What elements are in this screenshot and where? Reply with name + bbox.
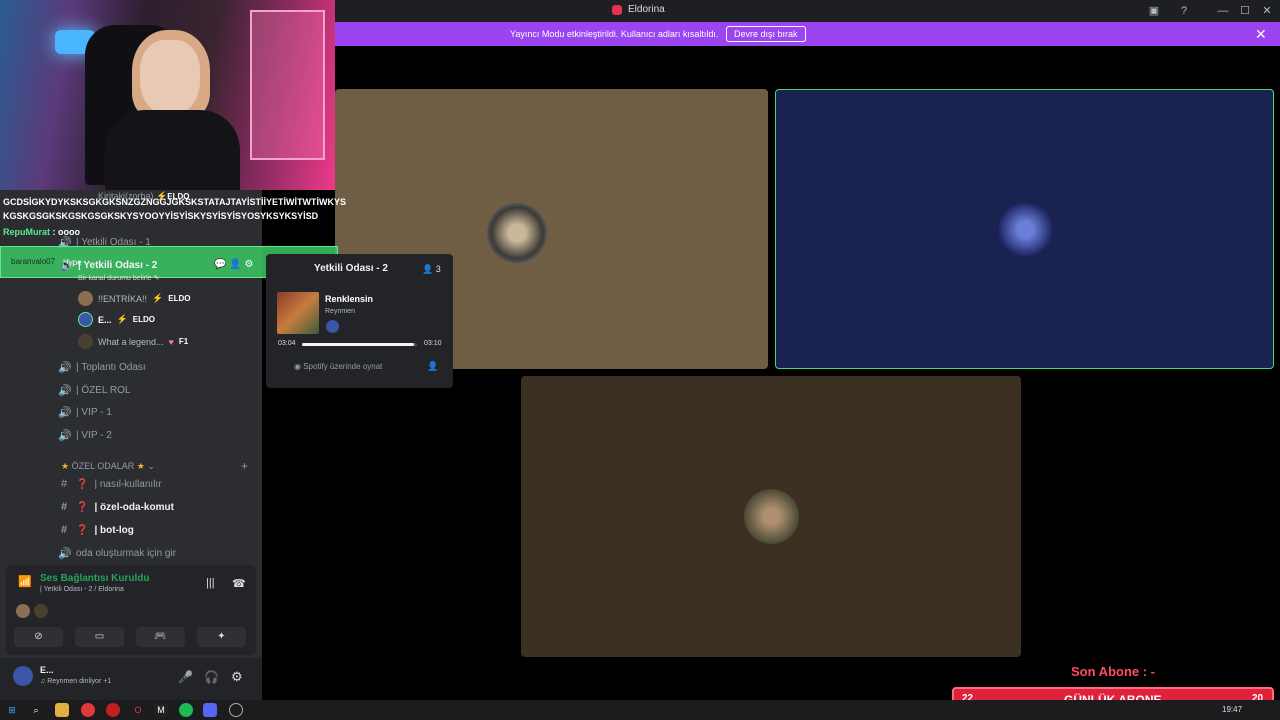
speaker-icon: 🔊 [60, 260, 74, 272]
add-channel-icon[interactable]: + [241, 459, 248, 473]
username[interactable]: E... [40, 665, 54, 675]
avatar [16, 604, 30, 618]
hashtag-icon: # [60, 524, 68, 536]
activity-button[interactable]: 🎮 [136, 627, 185, 647]
spotify-icon[interactable] [179, 703, 193, 717]
window-title: Eldorina [612, 4, 665, 15]
chat-line-3: KGSKGSGKSKGSKGSGKSKYSYOOYYİSYİSKYSYİSYİS… [3, 211, 319, 221]
shirt [105, 110, 240, 190]
avatar [78, 312, 93, 327]
channel-vip-1[interactable]: 🔊 | VIP - 1 [58, 406, 112, 419]
record-app-icon[interactable] [106, 703, 120, 717]
speaker-icon: 🔊 [58, 548, 72, 560]
clock[interactable]: 19:47 [1222, 705, 1242, 714]
progress-fill [302, 343, 414, 346]
avatar [487, 203, 547, 263]
channel-status-hint[interactable]: Bir kanal durumu belirle ✎ [78, 274, 159, 282]
popup-title: Yetkili Odası - 2 [314, 263, 388, 274]
voice-connection-panel: 📶 Ses Bağlantısı Kuruldu | Yetkili Odası… [6, 565, 256, 655]
chat-line-2: GCDSİGKYDYKSKSGKGKSNZGZNGGJGKSKSTATAJTAY… [3, 197, 347, 207]
speaker-icon: 🔊 [58, 407, 72, 419]
streamer-mode-banner: Yayıncı Modu etkinleştirildi. Kullanıcı … [335, 22, 1280, 46]
channel-ozel-oda-komut[interactable]: # ❓ | özel-oda-komut [58, 501, 174, 513]
avatar [998, 202, 1053, 257]
avatar [744, 489, 799, 544]
category-ozel-odalar[interactable]: ★ ÖZEL ODALAR ★ ⌄ [61, 461, 155, 472]
discord-icon[interactable] [203, 703, 217, 717]
disconnect-icon[interactable]: ☎ [232, 577, 246, 590]
camera-off-button[interactable]: ⊘ [14, 627, 63, 647]
channel-bot-log[interactable]: # ❓ | bot-log [58, 524, 134, 536]
soundboard-button[interactable]: ✦ [197, 627, 246, 647]
song-artist[interactable]: Reynmen [325, 308, 355, 315]
help-icon[interactable]: ? [1176, 3, 1192, 19]
close-banner-icon[interactable]: ✕ [1255, 26, 1267, 43]
hashtag-icon: # [60, 478, 68, 490]
channel-nasil-kullanilir[interactable]: # ❓ | nasıl-kullanılır [58, 478, 162, 490]
windows-start-icon[interactable]: ⊞ [5, 703, 19, 717]
search-icon[interactable]: ⌕ [29, 703, 43, 717]
total-time: 03:10 [424, 340, 442, 347]
elapsed-time: 03:04 [278, 340, 296, 347]
obs-icon[interactable] [229, 703, 243, 717]
user-panel: E... ♫ Reynmen dinliyor +1 🎤 🎧 ⚙ [0, 658, 262, 700]
maximize-button[interactable]: ☐ [1237, 3, 1253, 19]
channel-vip-2[interactable]: 🔊 | VIP - 2 [58, 429, 112, 442]
song-title[interactable]: Renklensin [325, 294, 373, 304]
invite-icon[interactable]: 👤 [427, 361, 438, 372]
voice-member-3[interactable]: What a legend... ♥ F1 [78, 334, 188, 349]
popup-member-count: 👤 3 [422, 264, 441, 274]
minimize-button[interactable]: — [1215, 3, 1231, 19]
speaker-icon: 🔊 [58, 385, 72, 397]
video-tile-2-speaking[interactable] [775, 89, 1274, 369]
avatar [34, 604, 48, 618]
app-m-icon[interactable]: M [154, 703, 168, 717]
voice-channel-path[interactable]: | Yetkili Odası - 2 / Eldorina [40, 586, 124, 593]
banner-text: Yayıncı Modu etkinleştirildi. Kullanıcı … [510, 29, 719, 39]
file-explorer-icon[interactable] [55, 703, 69, 717]
album-cover[interactable] [277, 292, 319, 334]
voice-status[interactable]: Ses Bağlantısı Kuruldu [40, 573, 149, 584]
hype-username: baranvalo07 [11, 257, 56, 266]
screen-share-button[interactable]: ▭ [75, 627, 124, 647]
disable-streamer-mode-button[interactable]: Devre dışı bırak [726, 26, 806, 42]
video-tile-3[interactable] [521, 376, 1021, 657]
app-logo-icon [612, 4, 622, 15]
close-window-button[interactable]: ✕ [1259, 3, 1275, 19]
avatar [78, 291, 93, 306]
spotify-play-button[interactable]: ◉ Spotify üzerinde oynat [294, 362, 382, 371]
channel-oda-olustur[interactable]: 🔊 oda oluşturmak için gir [58, 547, 176, 560]
headphones-icon[interactable]: 🎧 [204, 670, 219, 684]
voice-channel-popup: Yetkili Odası - 2 👤 3 Renklensin Reynmen… [266, 254, 453, 388]
voice-member-2[interactable]: E... ⚡ ELDO [78, 312, 155, 327]
face [140, 40, 200, 115]
channel-toplanti[interactable]: 🔊 | Toplantı Odası [58, 361, 146, 374]
user-activity: ♫ Reynmen dinliyor +1 [40, 678, 112, 685]
channel-yetkili-2[interactable]: 🔊 | Yetkili Odası - 2 [60, 259, 157, 272]
noise-suppression-icon[interactable]: ||| [206, 577, 215, 589]
microphone-icon[interactable]: 🎤 [178, 670, 193, 684]
listener-avatar [326, 320, 339, 333]
signal-icon: 📶 [18, 576, 32, 588]
screen-share-icon[interactable]: ▣ [1146, 3, 1162, 19]
channel-actions-icons[interactable]: 💬 👤 ⚙ [214, 259, 253, 270]
avatar[interactable] [13, 666, 33, 686]
shelf [250, 10, 325, 160]
browser-icon[interactable] [81, 703, 95, 717]
opera-icon[interactable]: O [131, 703, 145, 717]
speaker-icon: 🔊 [58, 430, 72, 442]
speaker-icon: 🔊 [58, 362, 72, 374]
channel-ozel-rol[interactable]: 🔊 | ÖZEL ROL [58, 384, 130, 397]
windows-taskbar: ⊞ ⌕ O M 19:47 [0, 700, 1280, 720]
gear-icon[interactable]: ⚙ [231, 669, 243, 685]
webcam-overlay [0, 0, 335, 190]
avatar [78, 334, 93, 349]
last-subscriber-label: Son Abone : - [1071, 664, 1156, 679]
hashtag-icon: # [60, 501, 68, 513]
voice-member-1[interactable]: !!ENTRİKA!! ⚡ ELDO [78, 291, 190, 306]
